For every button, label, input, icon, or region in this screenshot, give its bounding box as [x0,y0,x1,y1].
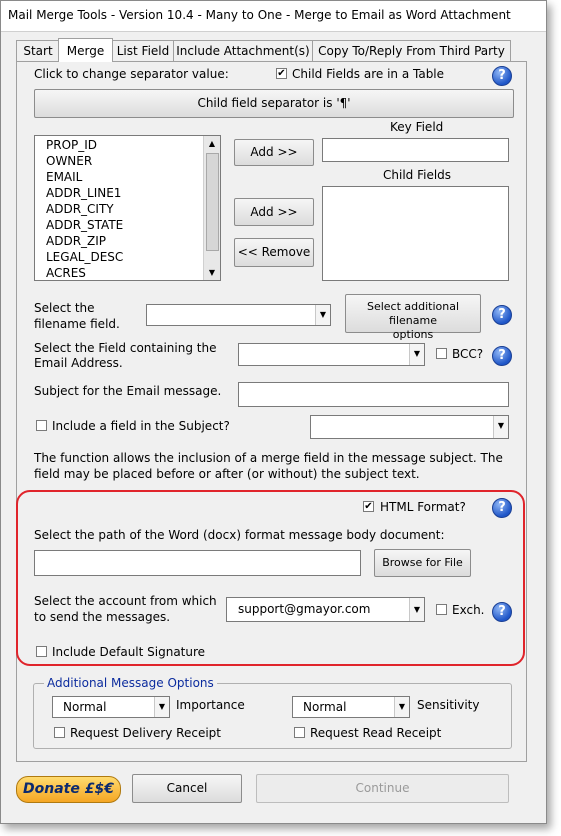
chevron-down-icon: ▼ [493,416,508,438]
default-signature-checkbox[interactable] [36,646,47,657]
scroll-up-icon[interactable]: ▲ [204,136,220,151]
chevron-down-icon: ▼ [154,697,169,717]
importance-select[interactable]: Normal ▼ [52,696,170,718]
window-title: Mail Merge Tools - Version 10.4 - Many t… [8,8,511,22]
importance-label: Importance [176,698,245,712]
html-format-label: HTML Format? [380,500,466,514]
body-path-label: Select the path of the Word (docx) forma… [34,528,445,542]
help-icon[interactable]: ? [492,66,512,86]
default-signature-label: Include Default Signature [52,645,206,659]
check-icon: ✔ [277,68,286,79]
sensitivity-label: Sensitivity [417,698,480,712]
merge-fields-list[interactable]: PROP_ID OWNER EMAIL ADDR_LINE1 ADDR_CITY… [34,135,221,281]
sensitivity-select[interactable]: Normal ▼ [292,696,410,718]
account-label-1: Select the account from which [34,594,217,608]
continue-button[interactable]: Continue [256,774,509,803]
filename-field-select[interactable]: ▼ [146,304,331,326]
subject-note-line-2: field may be placed before or after (or … [34,467,420,481]
list-item[interactable]: ADDR_CITY [46,202,114,216]
help-icon[interactable]: ? [492,305,512,325]
list-item[interactable]: ADDR_LINE1 [46,186,121,200]
exch-label: Exch. [452,603,485,617]
list-item[interactable]: EMAIL [46,170,82,184]
tab-include-attachments[interactable]: Include Attachment(s) [173,40,313,61]
filename-label-1: Select the [34,301,95,315]
email-field-select[interactable]: ▼ [238,343,425,366]
help-icon[interactable]: ? [492,602,512,622]
chevron-down-icon: ▼ [394,697,409,717]
email-field-label-1: Select the Field containing the [34,341,217,355]
highlight-box [16,490,525,666]
child-fields-list[interactable] [322,186,509,281]
list-item[interactable]: ACRES [46,266,86,280]
list-scrollbar[interactable]: ▲ ▼ [203,136,220,280]
help-icon[interactable]: ? [492,498,512,518]
add-key-button[interactable]: Add >> [234,139,314,166]
child-table-checkbox[interactable]: ✔ [276,68,287,79]
body-path-input[interactable] [34,550,361,576]
donate-button[interactable]: Donate £$€ [16,776,121,803]
delivery-receipt-label: Request Delivery Receipt [70,726,222,740]
check-icon: ✔ [364,501,373,512]
list-item[interactable]: OWNER [46,154,92,168]
list-item[interactable]: ADDR_ZIP [46,234,106,248]
bcc-checkbox[interactable] [436,348,447,359]
add-child-button[interactable]: Add >> [234,198,314,226]
separator-button[interactable]: Child field separator is '¶' [34,89,514,118]
include-subject-field-checkbox[interactable] [36,420,47,431]
subject-label: Subject for the Email message. [34,384,222,398]
browse-button[interactable]: Browse for File [374,549,471,577]
list-item[interactable]: LEGAL_DESC [46,250,123,264]
subject-field-select[interactable]: ▼ [310,415,509,439]
bcc-label: BCC? [452,347,484,361]
filename-options-button[interactable]: Select additional filename options [345,294,481,341]
account-label-2: to send the messages. [34,610,171,624]
subject-input[interactable] [238,382,509,407]
account-select[interactable]: support@gmayor.com ▼ [226,597,425,622]
include-subject-field-label: Include a field in the Subject? [52,419,230,433]
child-table-label: Child Fields are in a Table [292,67,445,81]
key-field-input[interactable] [322,138,509,162]
tab-start[interactable]: Start [16,40,60,61]
chevron-down-icon: ▼ [409,344,424,365]
tab-list-field[interactable]: List Field [112,40,174,61]
chevron-down-icon: ▼ [315,305,330,325]
help-icon[interactable]: ? [492,346,512,366]
exch-checkbox[interactable] [436,604,447,615]
child-fields-label: Child Fields [383,168,452,182]
list-item[interactable]: ADDR_STATE [46,218,123,232]
scroll-thumb[interactable] [206,153,219,251]
remove-child-button[interactable]: << Remove [234,238,314,267]
account-value: support@gmayor.com [238,602,371,616]
title-bar: Mail Merge Tools - Version 10.4 - Many t… [1,1,546,32]
chevron-down-icon: ▼ [409,598,424,621]
email-field-label-2: Email Address. [34,356,123,370]
cancel-button[interactable]: Cancel [132,774,242,803]
tab-merge[interactable]: Merge [58,38,113,62]
delivery-receipt-checkbox[interactable] [54,727,65,738]
read-receipt-checkbox[interactable] [294,727,305,738]
importance-value: Normal [63,700,107,714]
html-format-checkbox[interactable]: ✔ [363,501,374,512]
filename-label-2: filename field. [34,317,120,331]
tab-copy-to-reply[interactable]: Copy To/Reply From Third Party [312,40,511,61]
additional-options-title: Additional Message Options [44,676,217,690]
scroll-down-icon[interactable]: ▼ [204,265,220,280]
sensitivity-value: Normal [303,700,347,714]
subject-note-line-1: The function allows the inclusion of a m… [34,451,503,465]
read-receipt-label: Request Read Receipt [310,726,442,740]
separator-label: Click to change separator value: [34,67,229,81]
key-field-label: Key Field [390,120,444,134]
list-item[interactable]: PROP_ID [46,138,97,152]
